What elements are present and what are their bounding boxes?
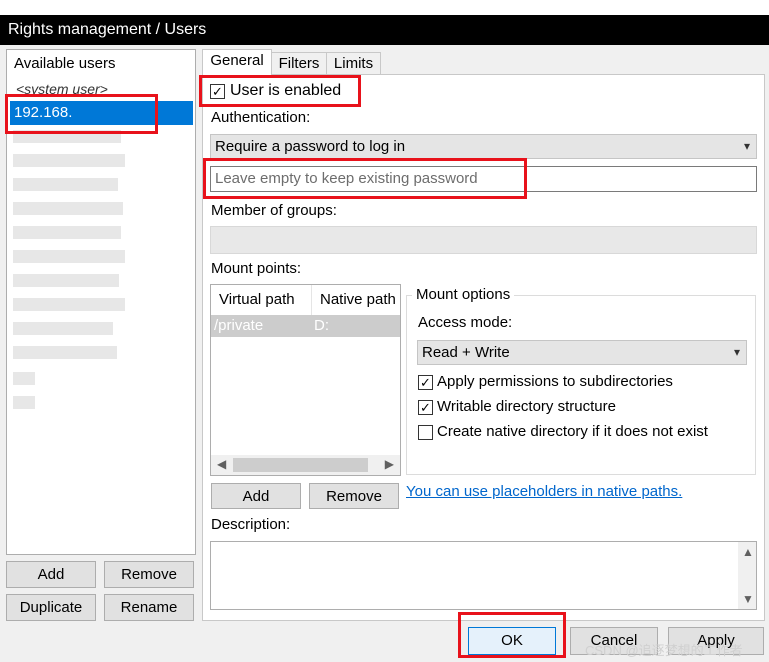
blurred-user-item[interactable] bbox=[13, 178, 118, 191]
blurred-user-item[interactable] bbox=[13, 346, 117, 359]
mount-options-title: Mount options bbox=[412, 286, 515, 303]
scroll-down-icon[interactable]: ▼ bbox=[742, 592, 754, 606]
apply-subdirs-label: Apply permissions to subdirectories bbox=[437, 373, 673, 390]
writable-structure-checkbox[interactable]: ✓ bbox=[418, 400, 433, 415]
blurred-user-item[interactable] bbox=[13, 250, 125, 263]
writable-structure-label: Writable directory structure bbox=[437, 398, 616, 415]
authentication-label: Authentication: bbox=[211, 109, 311, 126]
scroll-right-icon[interactable]: ▶ bbox=[385, 457, 394, 471]
blurred-user-item[interactable] bbox=[13, 274, 119, 287]
access-mode-label: Access mode: bbox=[418, 314, 513, 331]
blurred-user-item[interactable] bbox=[13, 322, 113, 335]
vertical-scrollbar[interactable]: ▲ ▼ bbox=[738, 542, 756, 609]
tab-general[interactable]: General bbox=[202, 49, 272, 75]
duplicate-user-button[interactable]: Duplicate bbox=[6, 594, 96, 621]
column-header-virtual-path[interactable]: Virtual path bbox=[211, 285, 312, 315]
add-mount-button[interactable]: Add bbox=[211, 483, 301, 509]
create-native-dir-label: Create native directory if it does not e… bbox=[437, 423, 708, 440]
window-title: Rights management / Users bbox=[8, 21, 207, 38]
remove-user-button[interactable]: Remove bbox=[104, 561, 194, 588]
tab-filters[interactable]: Filters bbox=[271, 52, 327, 74]
create-native-dir-checkbox[interactable] bbox=[418, 425, 433, 440]
mount-point-row[interactable]: /private D: bbox=[211, 315, 400, 337]
annotation-box-enabled bbox=[199, 75, 361, 107]
placeholders-link[interactable]: You can use placeholders in native paths… bbox=[406, 483, 682, 500]
tab-limits[interactable]: Limits bbox=[326, 52, 381, 74]
blurred-user-item[interactable] bbox=[13, 226, 121, 239]
access-mode-select[interactable]: Read + Write ▾ bbox=[417, 340, 747, 365]
scroll-up-icon[interactable]: ▲ bbox=[742, 545, 754, 559]
blurred-user-item[interactable] bbox=[13, 298, 125, 311]
annotation-box-ok bbox=[458, 612, 566, 658]
remove-mount-button[interactable]: Remove bbox=[309, 483, 399, 509]
chevron-down-icon: ▾ bbox=[743, 139, 750, 153]
description-label: Description: bbox=[211, 516, 291, 533]
window-title-bar: Rights management / Users bbox=[0, 15, 769, 45]
chevron-down-icon: ▾ bbox=[733, 345, 740, 359]
horizontal-scrollbar[interactable]: ◀ ▶ bbox=[211, 455, 400, 475]
annotation-box-user bbox=[5, 94, 158, 134]
mount-native-path: D: bbox=[314, 317, 329, 334]
mount-virtual-path: /private bbox=[214, 317, 264, 334]
blurred-user-item[interactable] bbox=[13, 154, 125, 167]
blurred-user-item[interactable] bbox=[13, 372, 35, 385]
watermark: CSDN @追逐梦想的工作者 bbox=[585, 643, 743, 658]
check-icon: ✓ bbox=[420, 400, 431, 415]
groups-label: Member of groups: bbox=[211, 202, 337, 219]
description-input[interactable]: ▲ ▼ bbox=[210, 541, 757, 610]
blurred-user-item[interactable] bbox=[13, 396, 35, 409]
groups-field-blurred[interactable] bbox=[210, 226, 757, 254]
authentication-value: Require a password to log in bbox=[215, 138, 406, 155]
user-list-header: Available users bbox=[14, 55, 116, 72]
rename-user-button[interactable]: Rename bbox=[104, 594, 194, 621]
apply-subdirs-checkbox[interactable]: ✓ bbox=[418, 375, 433, 390]
access-mode-value: Read + Write bbox=[422, 344, 510, 361]
mount-points-label: Mount points: bbox=[211, 260, 302, 277]
authentication-select[interactable]: Require a password to log in ▾ bbox=[210, 134, 757, 159]
scrollbar-thumb[interactable] bbox=[233, 458, 368, 472]
column-header-native-path[interactable]: Native path bbox=[312, 285, 400, 315]
scroll-left-icon[interactable]: ◀ bbox=[217, 457, 226, 471]
add-user-button[interactable]: Add bbox=[6, 561, 96, 588]
check-icon: ✓ bbox=[420, 375, 431, 390]
blurred-user-item[interactable] bbox=[13, 202, 123, 215]
mount-points-list[interactable]: Virtual path Native path /private D: ◀ ▶ bbox=[210, 284, 401, 476]
annotation-box-password bbox=[203, 158, 527, 199]
